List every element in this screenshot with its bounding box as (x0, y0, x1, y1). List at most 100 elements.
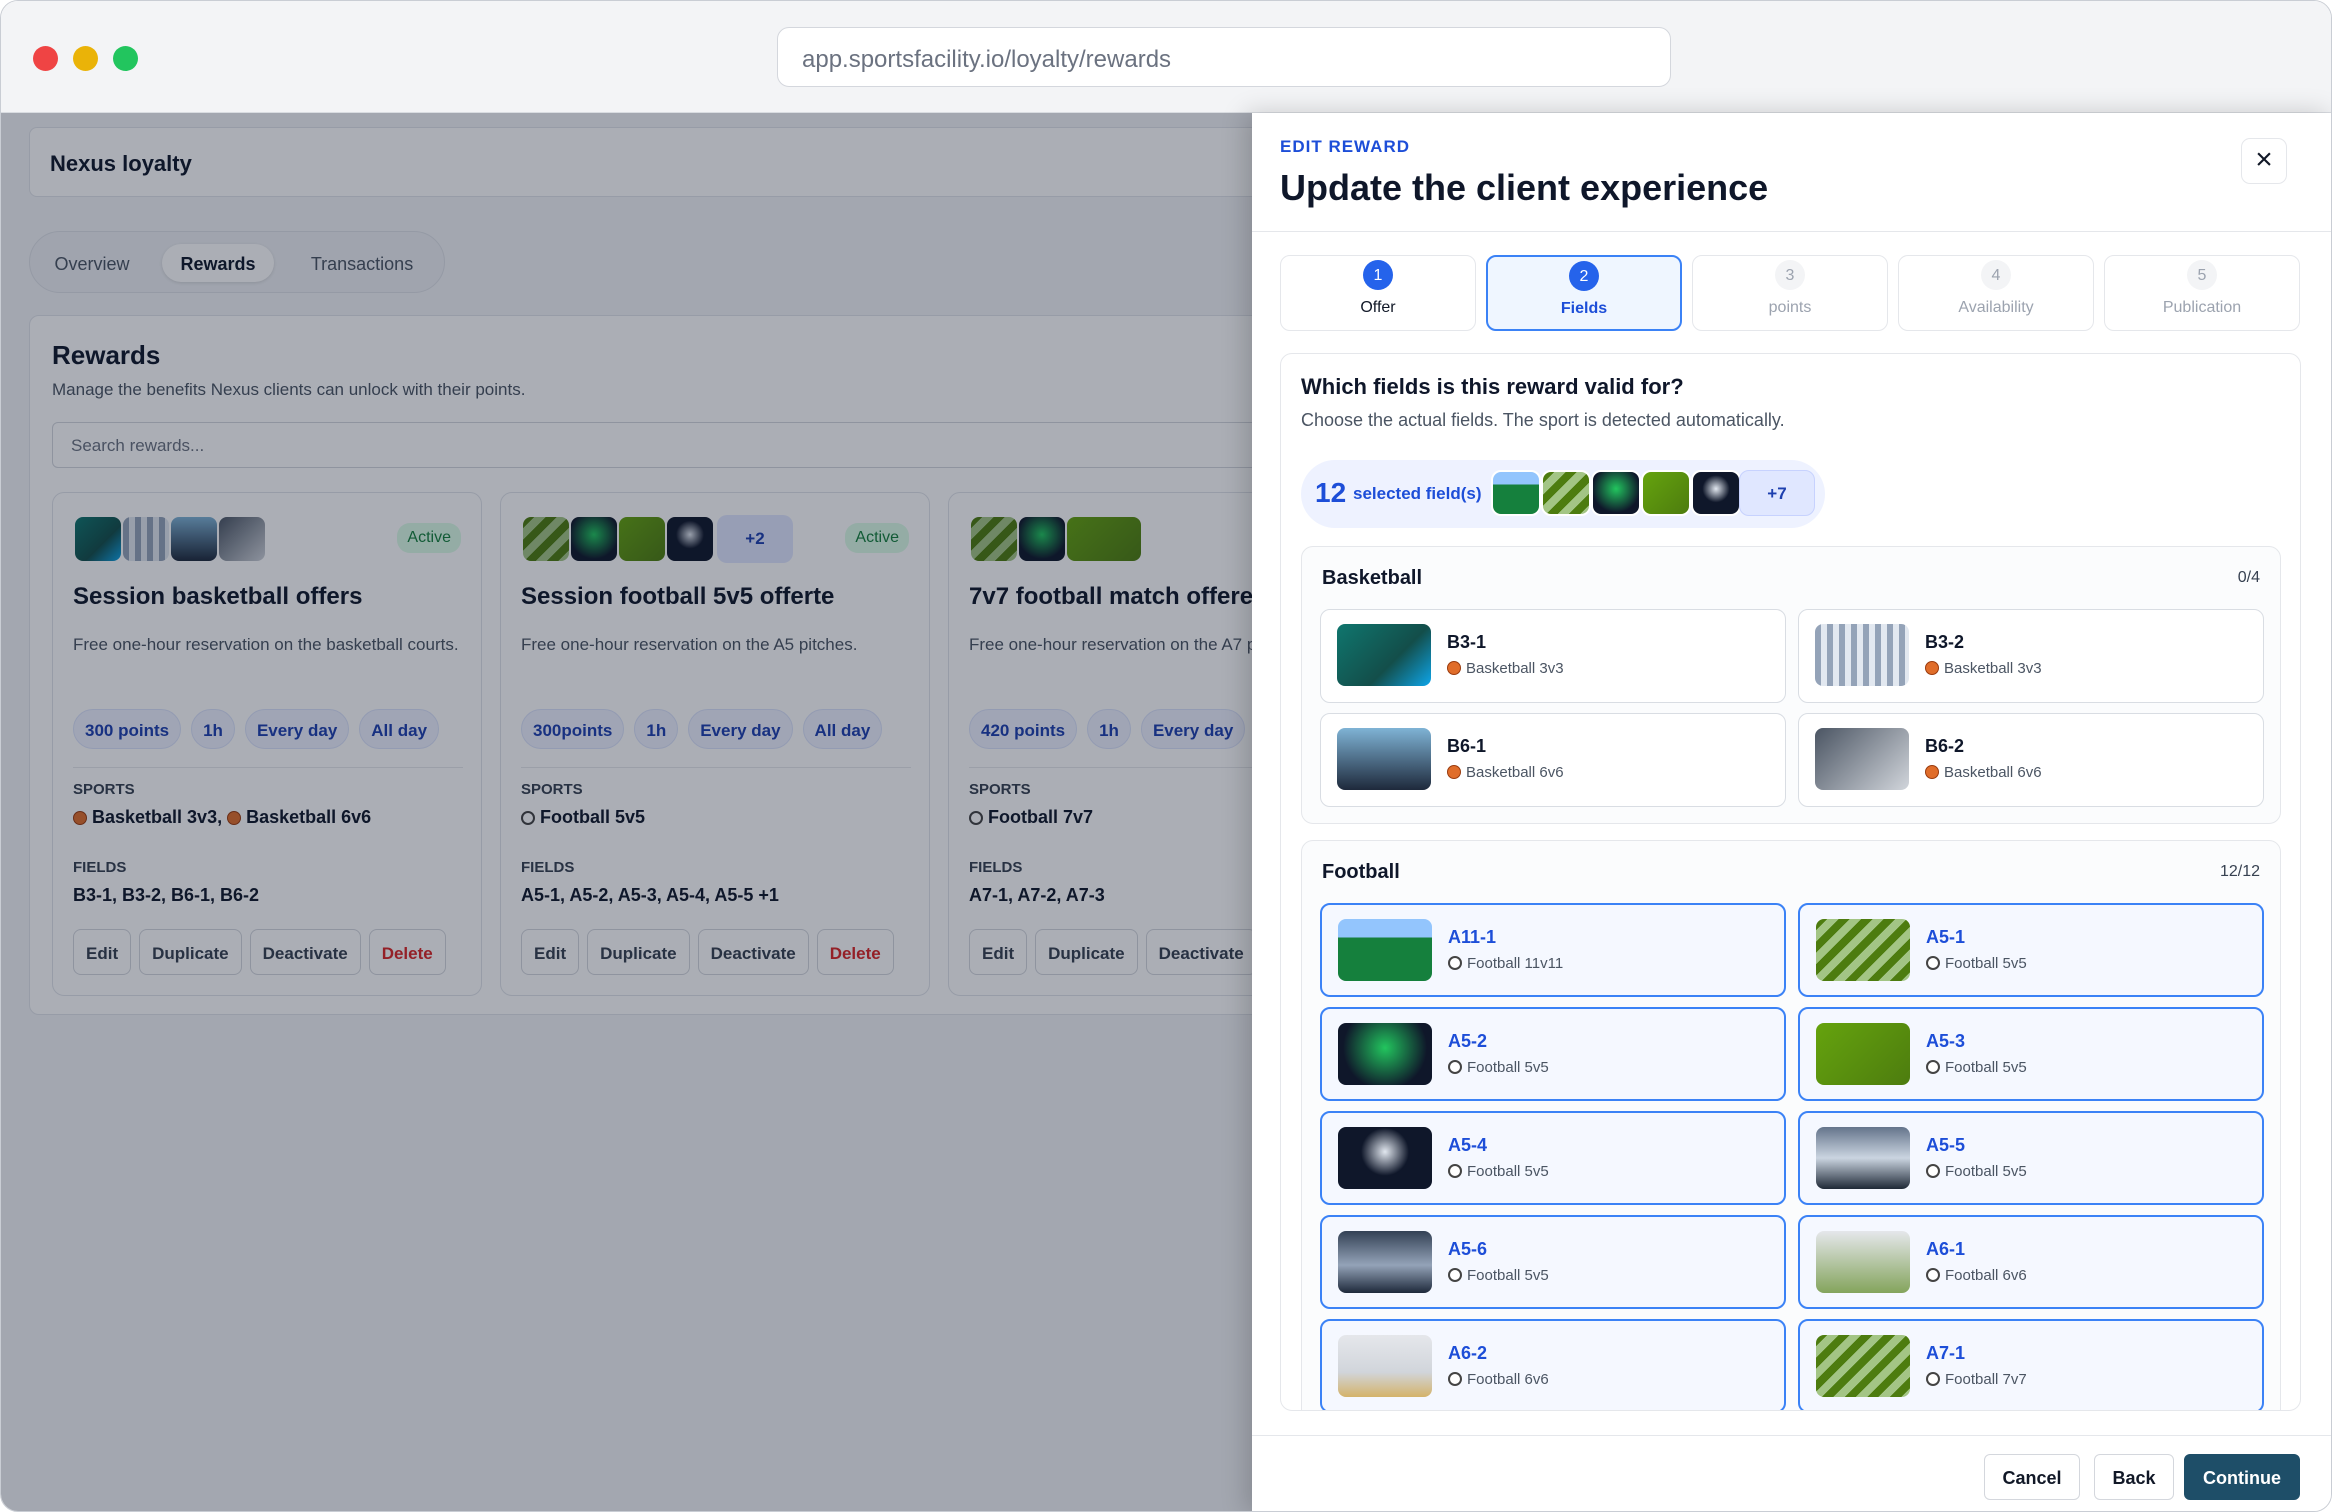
field-card-a6-2[interactable]: A6-2 Football 6v6 (1320, 1319, 1786, 1410)
sport-name: Football 5v5 (1945, 955, 2027, 972)
step-offer[interactable]: 1 Offer (1280, 255, 1476, 331)
field-image (1816, 1335, 1910, 1397)
field-card-a5-6[interactable]: A5-6 Football 5v5 (1320, 1215, 1786, 1309)
field-name: A5-2 (1448, 1031, 1488, 1051)
step-label: points (1768, 299, 1812, 316)
sport-name: Football 5v5 (1467, 1059, 1549, 1076)
maximize-window-icon[interactable] (113, 46, 138, 71)
basketball-icon (1447, 765, 1461, 779)
question-title: Which fields is this reward valid for? (1301, 374, 1684, 399)
step-label: Fields (1560, 300, 1608, 317)
field-sport: Football 5v5 (1926, 955, 2027, 972)
close-window-icon[interactable] (33, 46, 58, 71)
football-icon (1448, 956, 1462, 970)
field-card-a6-1[interactable]: A6-1 Football 6v6 (1798, 1215, 2264, 1309)
sport-name: Basketball 6v6 (1944, 764, 2042, 781)
minimize-window-icon[interactable] (73, 46, 98, 71)
step-points[interactable]: 3 points (1692, 255, 1888, 331)
football-icon (1926, 1060, 1940, 1074)
football-icon (1448, 1372, 1462, 1386)
field-name: A5-4 (1448, 1135, 1488, 1155)
field-image (1815, 624, 1909, 686)
football-icon (1448, 1268, 1462, 1282)
field-card-a7-1[interactable]: A7-1 Football 7v7 (1798, 1319, 2264, 1410)
continue-button[interactable]: Continue (2184, 1454, 2300, 1500)
sport-name: Football 6v6 (1467, 1371, 1549, 1388)
step-publication[interactable]: 5 Publication (2104, 255, 2300, 331)
sport-name: Basketball 3v3 (1944, 660, 2042, 677)
sport-name: Football 5v5 (1945, 1059, 2027, 1076)
field-name: A7-1 (1926, 1343, 1966, 1363)
sport-name: Football 7v7 (1945, 1371, 2027, 1388)
field-card-b3-2[interactable]: B3-2 Basketball 3v3 (1798, 609, 2264, 703)
step-label: Publication (2162, 299, 2242, 316)
group-basketball: Basketball 0/4 B3-1 Basketball 3v3 B3-2 … (1301, 546, 2281, 824)
field-card-b3-1[interactable]: B3-1 Basketball 3v3 (1320, 609, 1786, 703)
field-name: A5-3 (1926, 1031, 1966, 1051)
field-image (1816, 1231, 1910, 1293)
drawer-title: Update the client experience (1280, 167, 1769, 208)
selected-label: selected field(s) (1353, 484, 1482, 503)
selected-count: 12 (1315, 477, 1347, 508)
field-card-a5-5[interactable]: A5-5 Football 5v5 (1798, 1111, 2264, 1205)
group-count: 12/12 (2219, 863, 2260, 880)
edit-reward-drawer: EDIT REWARD Update the client experience… (1252, 113, 2331, 1511)
field-sport: Football 5v5 (1448, 1059, 1549, 1076)
step-availability[interactable]: 4 Availability (1898, 255, 2094, 331)
group-football: Football 12/12 A11-1 Football 11v11 A5-1… (1301, 840, 2281, 1410)
sport-name: Basketball 6v6 (1466, 764, 1564, 781)
field-name: B3-1 (1447, 632, 1487, 652)
field-sport: Football 5v5 (1448, 1163, 1549, 1180)
field-image (1816, 1023, 1910, 1085)
step-number: 1 (1363, 260, 1393, 290)
sport-name: Football 11v11 (1467, 955, 1564, 972)
field-image (1338, 1127, 1432, 1189)
address-bar[interactable]: app.sportsfacility.io/loyalty/rewards (777, 27, 1671, 87)
football-icon (1448, 1164, 1462, 1178)
field-card-a11-1[interactable]: A11-1 Football 11v11 (1320, 903, 1786, 997)
field-sport: Football 6v6 (1448, 1371, 1549, 1388)
field-sport: Football 5v5 (1926, 1059, 2027, 1076)
browser-chrome: app.sportsfacility.io/loyalty/rewards (1, 1, 2331, 113)
fields-step-content[interactable]: Which fields is this reward valid for? C… (1280, 353, 2301, 1411)
step-fields[interactable]: 2 Fields (1486, 255, 1682, 331)
basketball-icon (1925, 765, 1939, 779)
sport-name: Football 5v5 (1467, 1267, 1549, 1284)
field-card-b6-1[interactable]: B6-1 Basketball 6v6 (1320, 713, 1786, 807)
field-image (1338, 919, 1432, 981)
field-card-a5-3[interactable]: A5-3 Football 5v5 (1798, 1007, 2264, 1101)
field-name: A5-6 (1448, 1239, 1488, 1259)
field-card-b6-2[interactable]: B6-2 Basketball 6v6 (1798, 713, 2264, 807)
group-count: 0/4 (2237, 569, 2260, 586)
cancel-button[interactable]: Cancel (1984, 1454, 2080, 1500)
basketball-icon (1925, 661, 1939, 675)
field-card-a5-2[interactable]: A5-2 Football 5v5 (1320, 1007, 1786, 1101)
football-icon (1926, 1164, 1940, 1178)
football-icon (1448, 1060, 1462, 1074)
field-image (1338, 1023, 1432, 1085)
field-name: B6-1 (1447, 736, 1487, 756)
group-title: Basketball (1322, 567, 1423, 589)
drawer-kicker: EDIT REWARD (1280, 137, 1410, 156)
field-image (1338, 1335, 1432, 1397)
step-number: 3 (1775, 260, 1805, 290)
field-image (1816, 1127, 1910, 1189)
step-number: 2 (1569, 261, 1599, 291)
step-number: 5 (2187, 260, 2217, 290)
field-name: A6-2 (1448, 1343, 1488, 1363)
close-icon[interactable]: × (2241, 138, 2287, 184)
more-fields-badge: +7 (1739, 470, 1815, 516)
sport-name: Football 5v5 (1467, 1163, 1549, 1180)
sport-name: Football 6v6 (1945, 1267, 2027, 1284)
field-sport: Football 6v6 (1926, 1267, 2027, 1284)
field-thumbnail (1691, 470, 1741, 516)
back-button[interactable]: Back (2094, 1454, 2174, 1500)
browser-window: app.sportsfacility.io/loyalty/rewards Ne… (0, 0, 2332, 1512)
field-image (1815, 728, 1909, 790)
field-card-a5-4[interactable]: A5-4 Football 5v5 (1320, 1111, 1786, 1205)
divider (1252, 231, 2331, 232)
field-card-a5-1[interactable]: A5-1 Football 5v5 (1798, 903, 2264, 997)
field-sport: Football 5v5 (1926, 1163, 2027, 1180)
field-sport: Football 7v7 (1926, 1371, 2027, 1388)
field-thumbnail (1641, 470, 1691, 516)
